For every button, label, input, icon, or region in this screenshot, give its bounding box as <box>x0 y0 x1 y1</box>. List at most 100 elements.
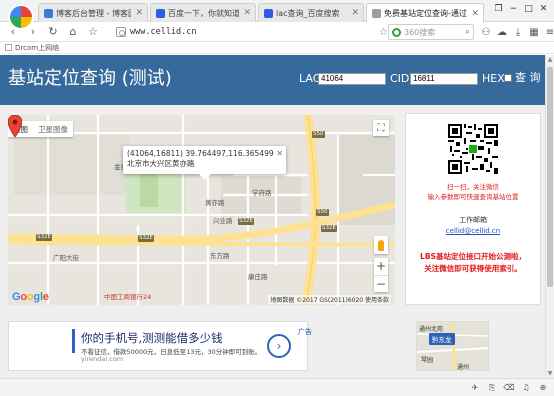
scroll-thumb[interactable] <box>547 67 553 287</box>
ad-map-label: 通州 <box>457 364 470 371</box>
favorite-icon[interactable]: ☆ <box>379 27 388 38</box>
road-shield: S32E <box>238 218 254 225</box>
cid-input[interactable]: 16811 <box>410 73 478 85</box>
road-shield: S50 <box>312 131 325 138</box>
scroll-up-icon[interactable]: ▲ <box>546 55 554 64</box>
ad-tag[interactable]: 广告 <box>298 327 312 337</box>
trash-icon[interactable]: ⌫ <box>503 382 514 393</box>
map-marker-icon[interactable] <box>8 115 22 137</box>
close-icon[interactable]: ✕ <box>471 9 479 19</box>
lbs-line-1: LBS基站定位接口开始公测啦， <box>420 252 526 261</box>
ad-url[interactable]: yirendai.com <box>81 355 123 363</box>
poi-label: 兴业路 <box>213 217 233 225</box>
status-bar: ✈ ⎘ ⌫ ♫ ⊕ <box>0 378 554 396</box>
arrow-right-icon[interactable]: › <box>267 334 291 358</box>
zoom-out-button[interactable]: − <box>374 275 388 292</box>
search-placeholder: 360搜索 <box>404 27 436 37</box>
bookmarks-bar: Drcom上网络 <box>0 42 554 54</box>
reload-icon[interactable]: ↻ <box>46 25 60 39</box>
wechat-qr-code <box>448 124 498 174</box>
cloud-icon[interactable]: ☁ <box>496 25 508 39</box>
url-text: www.cellid.cn <box>130 27 197 37</box>
map-attribution[interactable]: 地图数据 ©2017 GS(2011)6020 使用条款 <box>268 295 391 304</box>
poi-label: 中国工商银行24 <box>104 293 152 301</box>
query-button[interactable]: 查 询 <box>515 71 541 85</box>
home-icon[interactable]: ⌂ <box>66 25 80 39</box>
close-window-icon[interactable]: ✕ <box>537 2 550 15</box>
hex-checkbox[interactable] <box>504 74 512 82</box>
info-address: 北京市大兴区黄亦路 <box>127 159 195 168</box>
lbs-line-2: 关注微信即可获得使用索引。 <box>424 264 522 273</box>
menu-icon[interactable]: ≡ <box>544 25 554 39</box>
tab-cellid[interactable]: 免费基站定位查询-通过基站 ✕ <box>366 3 484 23</box>
zoom-icon[interactable]: ⊕ <box>538 382 548 393</box>
road-shield: S32E <box>138 235 154 242</box>
zoom-in-button[interactable]: + <box>374 258 388 275</box>
blog-favicon-icon <box>44 8 53 18</box>
google-map[interactable]: 地图 卫星图像 ⛶ S50 S50 S32E S32E S32E S32E 中国… <box>8 115 395 305</box>
extensions-icon[interactable]: ⚇ <box>480 25 492 39</box>
poi-label: 黄亦路 <box>205 199 225 207</box>
status-icons: ✈ ⎘ ⌫ ♫ ⊕ <box>470 382 548 393</box>
site-header: 基站定位查询 (测试) LAC: 41064 CID: 16811 HEX: 查… <box>0 55 545 105</box>
restore-icon[interactable]: ❐ <box>492 2 505 15</box>
browser-logo-icon[interactable] <box>8 4 34 30</box>
ad-banner[interactable]: 你的手机号,测测能借多少钱 不看征信，借款50000元，日息低至13元，30分钟… <box>8 321 308 371</box>
search-engine-icon <box>392 27 401 37</box>
map-canvas <box>8 115 395 305</box>
toolbar-right-icons: ⚇ ☁ ⤓ ▦ ≡ <box>480 25 554 39</box>
info-coordinates: (41064,16811) 39.764497,116.365499 <box>127 149 274 158</box>
scan-instructions: 扫一扫，关注微信 输入参数即可快速查询基站位置 <box>410 182 536 202</box>
page-viewport: 基站定位查询 (测试) LAC: 41064 CID: 16811 HEX: 查… <box>0 55 545 378</box>
email-link[interactable]: cellid@cellid.cn <box>406 227 540 235</box>
pin-icon[interactable]: ✈ <box>470 382 480 393</box>
tab-label: lac查询_百度搜索 <box>276 8 340 18</box>
ad-title[interactable]: 你的手机号,测测能借多少钱 <box>81 330 223 346</box>
tab-strip: 博客后台管理 - 博客园 ✕ 百度一下，你就知道 ✕ lac查询_百度搜索 ✕ … <box>0 0 554 30</box>
minimize-icon[interactable]: − <box>507 2 520 15</box>
download-icon[interactable]: ⤓ <box>512 25 524 39</box>
page-title: 基站定位查询 (测试) <box>8 68 172 89</box>
clipboard-icon[interactable]: ⎘ <box>487 382 497 393</box>
close-icon[interactable]: ✕ <box>351 8 359 18</box>
tab-lac-search[interactable]: lac查询_百度搜索 ✕ <box>258 3 364 22</box>
poi-label: 东方路 <box>210 252 230 260</box>
google-logo: Google <box>12 291 49 303</box>
bookmark-star-icon[interactable]: ☆ <box>86 25 100 39</box>
ad-map-label: 琴园 <box>421 357 434 364</box>
street-view-pegman-icon[interactable] <box>374 236 388 254</box>
scroll-down-icon[interactable]: ▼ <box>546 369 554 378</box>
speaker-icon[interactable]: ♫ <box>521 382 531 393</box>
bookmark-icon <box>5 44 12 51</box>
fullscreen-icon[interactable]: ⛶ <box>373 120 389 136</box>
tab-blog-admin[interactable]: 博客后台管理 - 博客园 ✕ <box>38 3 148 22</box>
tab-label: 百度一下，你就知道 <box>168 8 240 18</box>
close-icon[interactable]: ✕ <box>243 8 251 18</box>
close-icon[interactable]: ✕ <box>276 149 283 159</box>
grid-icon[interactable]: ▦ <box>528 25 540 39</box>
poi-label: 学府路 <box>252 189 272 197</box>
road-shield: S32E <box>321 225 337 232</box>
ad-map-tag: 黔东龙 <box>429 333 455 345</box>
vertical-scrollbar[interactable]: ▲ ▼ <box>545 55 554 378</box>
tab-baidu[interactable]: 百度一下，你就知道 ✕ <box>150 3 256 22</box>
baidu-favicon-icon <box>264 8 273 18</box>
map-type-satellite[interactable]: 卫星图像 <box>33 121 73 137</box>
road-shield: S32E <box>36 234 52 241</box>
close-icon[interactable]: ✕ <box>135 8 143 18</box>
search-icon[interactable]: ⌕ <box>465 27 470 37</box>
browser-toolbar: ‹ › ↻ ⌂ ☆ www.cellid.cn ☆ 360搜索 ⌕ ⚇ ☁ ⤓ … <box>0 22 554 42</box>
page-favicon-icon <box>372 9 381 18</box>
window-controls: ❐ − □ ✕ <box>492 2 550 15</box>
lac-input[interactable]: 41064 <box>318 73 386 85</box>
baidu-favicon-icon <box>156 8 165 18</box>
bookmark-item[interactable]: Drcom上网络 <box>15 43 59 53</box>
ad-map-thumbnail[interactable]: 黔东龙 通州北苑 琴园 通州 <box>416 321 489 371</box>
address-bar[interactable]: www.cellid.cn ☆ <box>116 25 390 39</box>
maximize-icon[interactable]: □ <box>522 2 535 15</box>
scan-line-1: 扫一扫，关注微信 <box>447 183 499 191</box>
tab-label: 免费基站定位查询-通过基站 <box>384 9 467 18</box>
security-icon <box>116 27 126 37</box>
poi-label: 康庄路 <box>248 273 268 281</box>
search-input[interactable]: 360搜索 ⌕ <box>388 24 474 40</box>
